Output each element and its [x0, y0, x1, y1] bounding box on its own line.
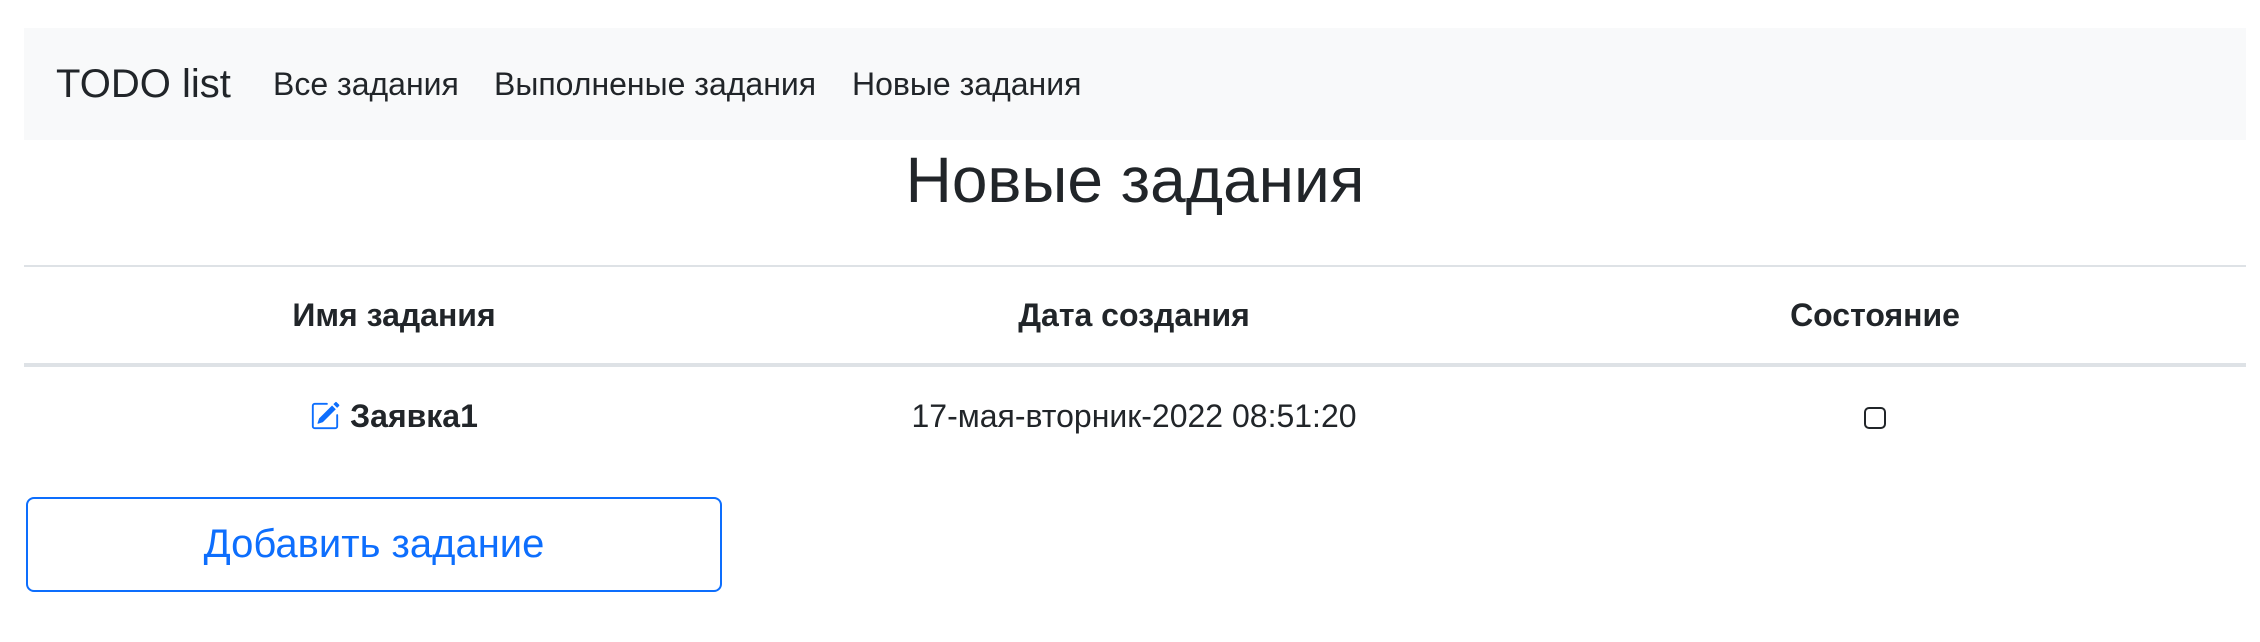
task-name-cell: Заявка1 [24, 365, 764, 465]
table-header: Имя задания Дата создания Состояние [24, 266, 2246, 365]
state-checkbox[interactable] [1864, 407, 1886, 430]
state-cell [1504, 365, 2246, 465]
navbar: TODO list Все задания Выполненые задания… [24, 28, 2246, 140]
nav-link-all-tasks[interactable]: Все задания [273, 28, 459, 140]
table-body: Заявка1 17-мая-вторник-2022 08:51:20 [24, 365, 2246, 465]
column-header-created-date: Дата создания [1018, 296, 1250, 333]
table-header-row: Имя задания Дата создания Состояние [24, 266, 2246, 365]
page-title: Новые задания [905, 144, 1365, 216]
created-date-cell: 17-мая-вторник-2022 08:51:20 [911, 397, 1357, 434]
tasks-table: Имя задания Дата создания Состояние Заяв… [24, 265, 2246, 465]
column-header-state: Состояние [1790, 296, 1960, 333]
add-task-button[interactable]: Добавить задание [26, 497, 722, 592]
column-header-task-name: Имя задания [292, 296, 496, 333]
table-row: Заявка1 17-мая-вторник-2022 08:51:20 [24, 365, 2246, 465]
navbar-brand[interactable]: TODO list [56, 28, 231, 140]
edit-icon[interactable] [310, 401, 340, 431]
nav-link-new-tasks[interactable]: Новые задания [852, 28, 1081, 140]
nav-link-completed-tasks[interactable]: Выполненые задания [494, 28, 816, 140]
task-name[interactable]: Заявка1 [350, 398, 478, 434]
